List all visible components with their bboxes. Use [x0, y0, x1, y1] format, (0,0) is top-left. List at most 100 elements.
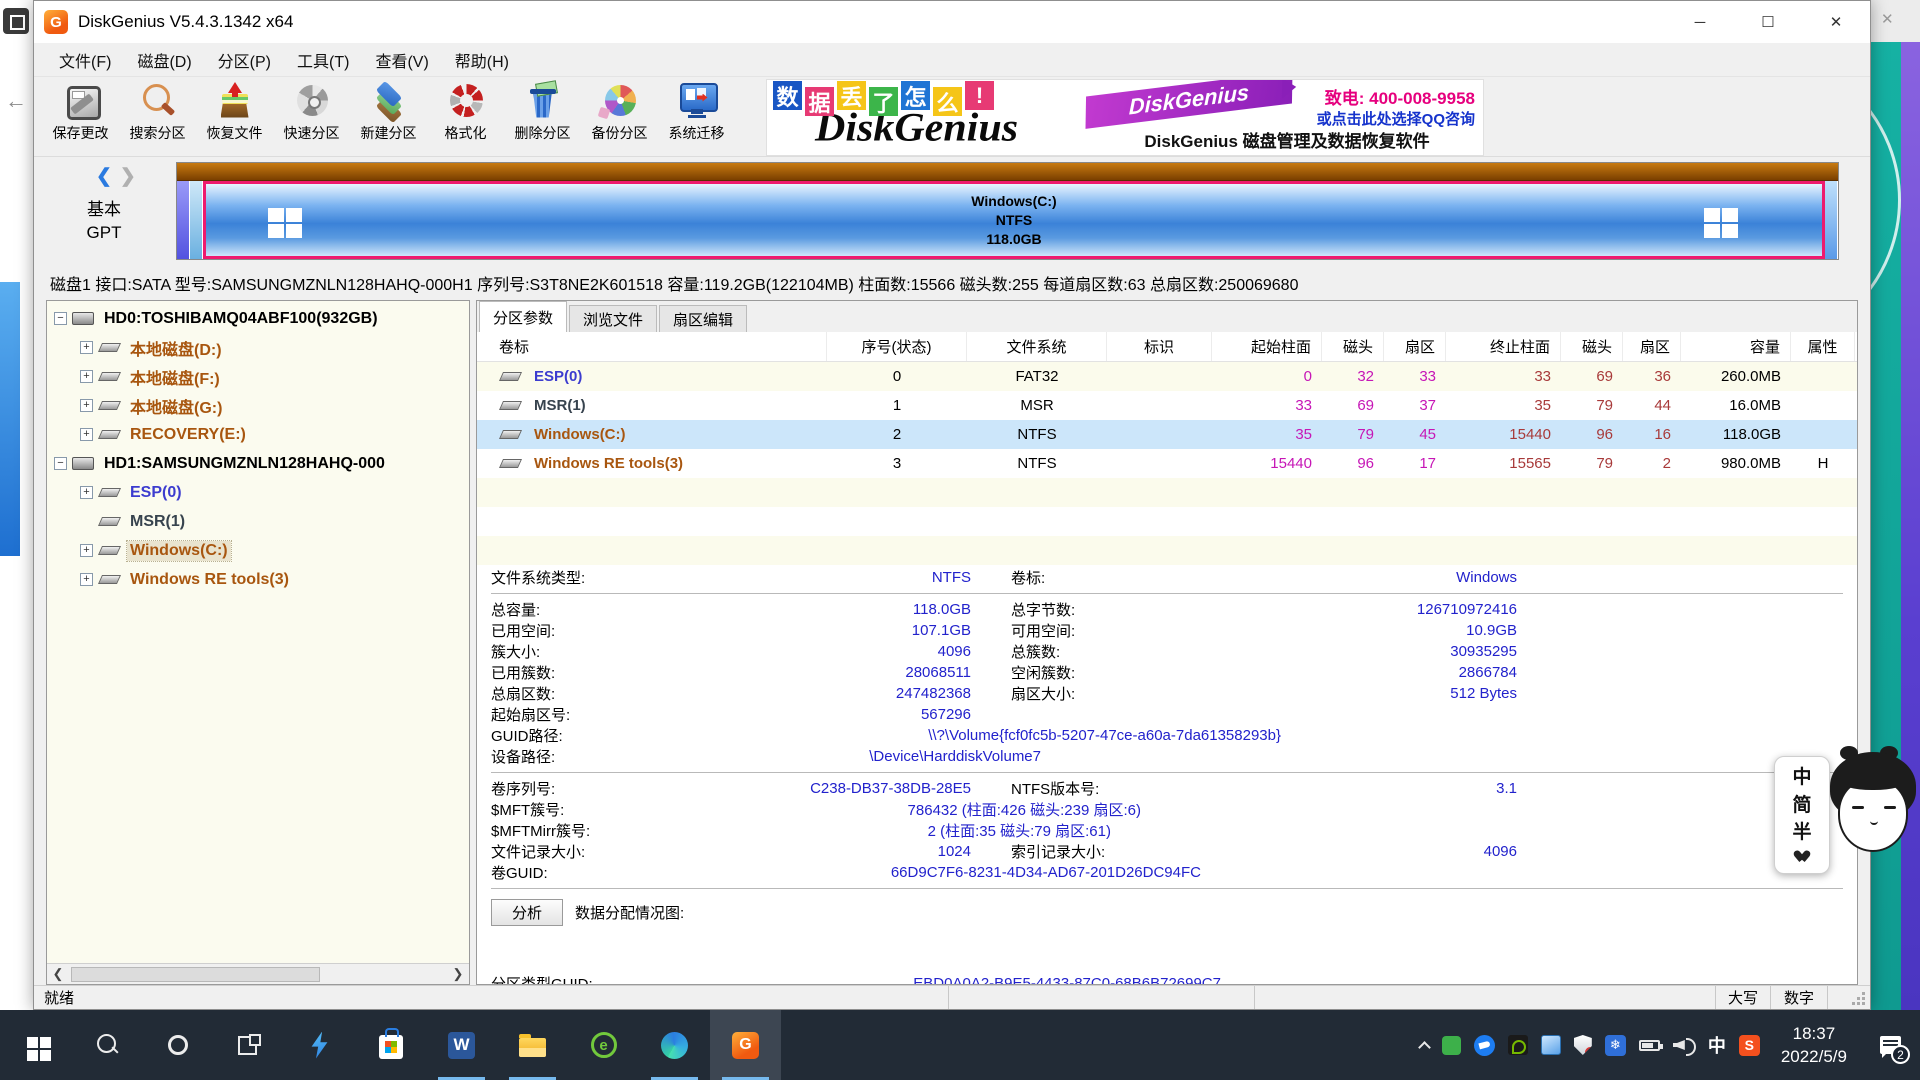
column-header-磁头[interactable]: 磁头 [1322, 332, 1384, 361]
snowflake-utility[interactable]: ❄ [1605, 1035, 1626, 1056]
action-center-button[interactable]: 2 [1868, 1010, 1912, 1080]
task-view-button[interactable] [213, 1010, 284, 1080]
prev-disk-arrow-icon[interactable]: ❮ [96, 165, 112, 188]
toolbar-button-del[interactable]: 删除分区 [504, 79, 581, 155]
toolbar-button-save[interactable]: 保存更改 [42, 79, 119, 155]
file-explorer[interactable] [497, 1010, 568, 1080]
search-button[interactable] [71, 1010, 142, 1080]
tab-分区参数[interactable]: 分区参数 [479, 301, 567, 332]
ime-chinese-mode[interactable]: 中 [1792, 767, 1811, 789]
table-row-Windows RE tools(3)[interactable]: Windows RE tools(3)3NTFS1544096171556579… [477, 449, 1857, 478]
ime-mascot-avatar[interactable] [1826, 752, 1920, 864]
ad-banner[interactable]: DiskGenius 数据丢了怎么! DiskGenius DiskGenius… [766, 79, 1484, 156]
scrollbar-thumb[interactable] [71, 967, 320, 982]
sidebar-item-ESP(0)[interactable]: +ESP(0) [47, 478, 469, 507]
intel-graphics[interactable] [1541, 1035, 1561, 1055]
scrollbar-track[interactable] [69, 966, 447, 983]
banner-qq-link[interactable]: 或点击此处选择QQ咨询 [1317, 109, 1475, 130]
toolbar-button-recover[interactable]: 恢复文件 [196, 79, 273, 155]
column-header-磁头[interactable]: 磁头 [1561, 332, 1623, 361]
sidebar-item-RECOVERY(E:)[interactable]: +RECOVERY(E:) [47, 420, 469, 449]
column-header-属性[interactable]: 属性 [1791, 332, 1855, 361]
volume[interactable] [1673, 1037, 1695, 1053]
expand-icon[interactable]: + [80, 544, 93, 557]
minimize-button[interactable]: ─ [1666, 1, 1734, 43]
ime-simplified-mode[interactable]: 简 [1792, 795, 1811, 817]
tab-扇区编辑[interactable]: 扇区编辑 [659, 305, 747, 332]
dingtalk[interactable] [1474, 1035, 1495, 1056]
toolbar-button-migrate[interactable]: 系统迁移 [658, 79, 735, 155]
column-header-起始柱面[interactable]: 起始柱面 [1212, 332, 1322, 361]
expand-icon[interactable]: + [80, 573, 93, 586]
microsoft-store[interactable] [355, 1010, 426, 1080]
sidebar-item-本地磁盘(F:)[interactable]: +本地磁盘(F:) [47, 362, 469, 391]
menu-item-工具(T)[interactable]: 工具(T) [284, 48, 362, 72]
menu-item-分区(P)[interactable]: 分区(P) [205, 48, 284, 72]
heart-icon[interactable] [1795, 850, 1809, 863]
column-header-扇区[interactable]: 扇区 [1623, 332, 1681, 361]
close-button[interactable]: ✕ [1802, 1, 1870, 43]
expand-icon[interactable]: + [80, 341, 93, 354]
collapse-icon[interactable]: − [54, 312, 67, 325]
green-browser[interactable]: e [568, 1010, 639, 1080]
ime-halfwidth-mode[interactable]: 半 [1792, 822, 1811, 844]
windows-defender[interactable] [1574, 1035, 1592, 1055]
table-row-Windows(C:)[interactable]: Windows(C:)2NTFS357945154409616118.0GB [477, 420, 1857, 449]
word[interactable]: W [426, 1010, 497, 1080]
scroll-left-arrow-icon[interactable]: ❮ [47, 966, 69, 982]
column-header-卷标[interactable]: 卷标 [477, 332, 827, 361]
cortana-button[interactable] [142, 1010, 213, 1080]
menu-item-文件(F)[interactable]: 文件(F) [46, 48, 124, 72]
column-header-容量[interactable]: 容量 [1681, 332, 1791, 361]
partition-esp[interactable] [177, 181, 190, 259]
nvidia-settings[interactable] [1508, 1035, 1528, 1055]
expand-icon[interactable]: + [80, 486, 93, 499]
sidebar-item-Windows(C:)[interactable]: +Windows(C:) [47, 536, 469, 565]
scroll-right-arrow-icon[interactable]: ❯ [447, 966, 469, 982]
partition-re-tools[interactable] [1825, 181, 1838, 259]
menu-item-帮助(H)[interactable]: 帮助(H) [442, 48, 522, 72]
table-row-MSR(1)[interactable]: MSR(1)1MSR33693735794416.0MB [477, 391, 1857, 420]
expand-icon[interactable]: + [80, 399, 93, 412]
sidebar-item-HD0:TOSHIBAMQ04ABF100(932GB)[interactable]: −HD0:TOSHIBAMQ04ABF100(932GB) [47, 304, 469, 333]
ime-status-box[interactable]: 中 简 半 [1774, 756, 1830, 874]
analyze-button[interactable]: 分析 [491, 899, 563, 926]
hidden-icons-chevron[interactable] [1420, 1039, 1429, 1052]
sidebar-item-MSR(1)[interactable]: MSR(1) [47, 507, 469, 536]
tab-浏览文件[interactable]: 浏览文件 [569, 305, 657, 332]
toolbar-button-quick[interactable]: 快速分区 [273, 79, 350, 155]
edge-browser[interactable] [639, 1010, 710, 1080]
start-button[interactable] [0, 1010, 71, 1080]
table-row-ESP(0)[interactable]: ESP(0)0FAT3203233336936260.0MB [477, 362, 1857, 391]
green-utility[interactable] [1442, 1036, 1461, 1055]
column-header-标识[interactable]: 标识 [1107, 332, 1212, 361]
sidebar-item-Windows RE tools(3)[interactable]: +Windows RE tools(3) [47, 565, 469, 594]
sogou-input[interactable]: S [1739, 1035, 1760, 1056]
toolbar-button-new[interactable]: 新建分区 [350, 79, 427, 155]
ime-mode[interactable]: 中 [1708, 1032, 1726, 1058]
sidebar-item-本地磁盘(D:)[interactable]: +本地磁盘(D:) [47, 333, 469, 362]
partition-msr[interactable] [190, 181, 203, 259]
sidebar-item-本地磁盘(G:)[interactable]: +本地磁盘(G:) [47, 391, 469, 420]
toolbar-button-format[interactable]: 格式化 [427, 79, 504, 155]
column-header-终止柱面[interactable]: 终止柱面 [1446, 332, 1561, 361]
collapse-icon[interactable]: − [54, 457, 67, 470]
taskbar-clock[interactable]: 18:37 2022/5/9 [1781, 1022, 1847, 1068]
sogou-ime-widget[interactable]: 中 简 半 [1774, 752, 1920, 877]
expand-icon[interactable]: + [80, 428, 93, 441]
sidebar-item-HD1:SAMSUNGMZNLN128HAHQ-000[interactable]: −HD1:SAMSUNGMZNLN128HAHQ-000 [47, 449, 469, 478]
maximize-button[interactable]: ☐ [1734, 1, 1802, 43]
tree-horizontal-scrollbar[interactable]: ❮ ❯ [47, 963, 469, 984]
menu-item-磁盘(D)[interactable]: 磁盘(D) [124, 48, 204, 72]
expand-icon[interactable]: + [80, 370, 93, 383]
toolbar-button-search[interactable]: 搜索分区 [119, 79, 196, 155]
next-disk-arrow-icon[interactable]: ❯ [120, 165, 136, 188]
toolbar-button-backup[interactable]: 备份分区 [581, 79, 658, 155]
menu-item-查看(V)[interactable]: 查看(V) [362, 48, 441, 72]
column-header-扇区[interactable]: 扇区 [1384, 332, 1446, 361]
battery[interactable] [1639, 1040, 1660, 1051]
flash-app[interactable] [284, 1010, 355, 1080]
column-header-文件系统[interactable]: 文件系统 [967, 332, 1107, 361]
partition-windows-c-selected[interactable]: Windows(C:) NTFS 118.0GB [203, 181, 1825, 259]
diskgenius-app[interactable]: G [710, 1010, 781, 1080]
